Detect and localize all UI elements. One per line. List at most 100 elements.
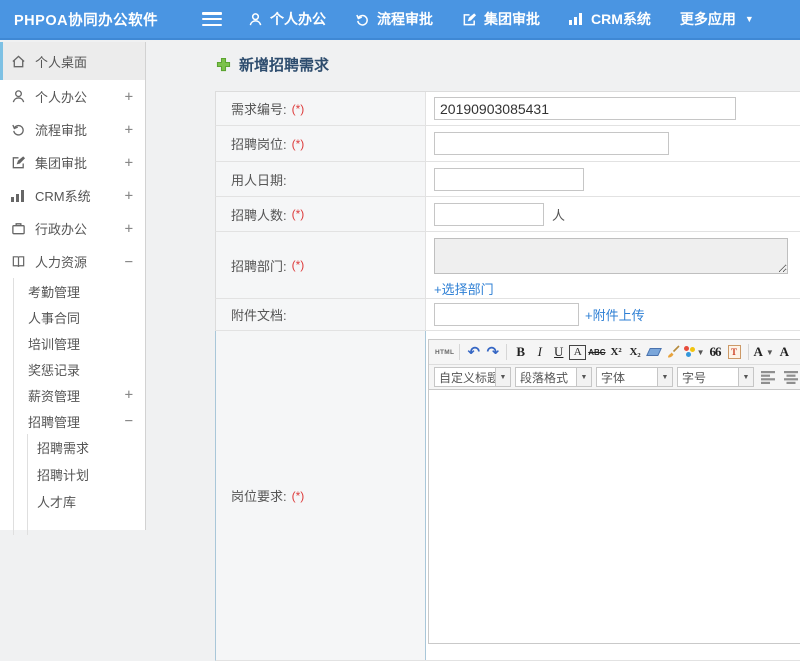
form-row-attachment: 附件文档: +附件上传	[215, 299, 800, 331]
expand-plus-icon[interactable]: +	[125, 188, 133, 204]
sidebar-item-group-approval[interactable]: 集团审批 +	[0, 146, 145, 179]
nav-group-approval[interactable]: 集团审批	[462, 9, 540, 29]
select-value: 字号	[682, 370, 707, 385]
font-color-button[interactable]: A ▼	[754, 343, 774, 362]
headcount-input[interactable]	[434, 202, 544, 226]
caret-down-icon: ▼	[576, 368, 591, 386]
paragraph-format-select[interactable]: 段落格式 ▼	[515, 367, 592, 387]
underline-button[interactable]: U	[550, 343, 567, 362]
heading-select[interactable]: 自定义标题 ▼	[434, 367, 511, 387]
field-label: 岗位要求: (*)	[216, 331, 426, 660]
sidebar-item-rewards[interactable]: 奖惩记录	[14, 356, 145, 382]
paste-word-icon[interactable]: T	[726, 343, 743, 362]
user-icon	[248, 12, 263, 27]
menu-toggle-icon[interactable]	[202, 12, 222, 26]
sidebar-item-process-approval[interactable]: 流程审批 +	[0, 113, 145, 146]
nav-label: 集团审批	[484, 11, 540, 27]
align-center-icon[interactable]	[783, 370, 799, 384]
sidebar-item-salary[interactable]: 薪资管理 +	[14, 382, 145, 408]
collapse-minus-icon[interactable]: −	[125, 254, 133, 270]
sidebar-item-talent-pool[interactable]: 人才库	[28, 488, 145, 515]
sidebar-item-crm[interactable]: CRM系统 +	[0, 179, 145, 212]
sidebar-item-label: 个人办公	[35, 90, 88, 105]
sidebar-item-recruit-plan[interactable]: 招聘计划	[28, 461, 145, 488]
request-no-input[interactable]	[434, 97, 736, 120]
nav-more-apps[interactable]: 更多应用 ▼	[680, 9, 754, 29]
expand-plus-icon[interactable]: +	[125, 387, 133, 403]
select-value: 自定义标题	[439, 370, 495, 385]
select-department-link[interactable]: +选择部门	[434, 279, 494, 298]
nav-personal-office[interactable]: 个人办公	[248, 9, 326, 29]
sidebar-item-label: CRM系统	[35, 189, 91, 204]
process-icon	[10, 122, 26, 138]
required-mark: (*)	[291, 258, 305, 272]
nav-crm-system[interactable]: CRM系统	[569, 9, 651, 29]
form-row-job-requirements: 岗位要求: (*) HTML ↶ ↷ B I U A ABC X² X₂ ▼ 6…	[215, 331, 800, 661]
upload-attachment-link[interactable]: +附件上传	[585, 305, 645, 324]
field-label: 招聘人数: (*)	[216, 197, 426, 231]
sidebar-item-recruitment[interactable]: 招聘管理 −	[14, 408, 145, 434]
required-mark: (*)	[291, 488, 305, 503]
attachment-input[interactable]	[434, 303, 579, 326]
headcount-unit: 人	[552, 207, 566, 223]
toolbar-separator	[747, 344, 749, 360]
sidebar-item-personal-office[interactable]: 个人办公 +	[0, 80, 145, 113]
undo-icon[interactable]: ↶	[465, 343, 482, 362]
editor-toolbar-row2: 自定义标题 ▼ 段落格式 ▼ 字体 ▼ 字号 ▼	[429, 365, 800, 390]
field-label-text: 附件文档:	[231, 308, 287, 323]
required-mark: (*)	[291, 136, 305, 151]
collapse-minus-icon[interactable]: −	[125, 413, 133, 429]
sidebar-item-label: 薪资管理	[28, 388, 81, 404]
app-logo: PHPOA协同办公软件	[14, 12, 159, 29]
blockquote-button[interactable]: 66	[707, 343, 724, 362]
eraser-icon[interactable]	[646, 343, 663, 362]
sidebar-item-hr[interactable]: 人力资源 −	[0, 245, 145, 278]
highlight-color-button[interactable]: A	[776, 343, 793, 362]
italic-button[interactable]: I	[531, 343, 548, 362]
form-row-position: 招聘岗位: (*)	[215, 126, 800, 162]
toolbar-separator	[459, 344, 461, 360]
sidebar-item-desktop[interactable]: 个人桌面	[0, 42, 145, 80]
edit-icon	[462, 12, 477, 27]
expand-plus-icon[interactable]: +	[125, 89, 133, 105]
bold-button[interactable]: B	[512, 343, 529, 362]
nav-process-approval[interactable]: 流程审批	[355, 9, 433, 29]
sidebar-item-training[interactable]: 培训管理	[14, 330, 145, 356]
sidebar-item-attendance[interactable]: 考勤管理	[14, 278, 145, 304]
edit-icon	[10, 155, 26, 171]
field-label: 招聘岗位: (*)	[216, 126, 426, 161]
sidebar-item-label: 人才库	[37, 495, 77, 510]
position-input[interactable]	[434, 132, 669, 155]
caret-down-icon: ▼	[738, 368, 753, 386]
sidebar-item-hr-contract[interactable]: 人事合同	[14, 304, 145, 330]
sidebar-item-admin-office[interactable]: 行政办公 +	[0, 212, 145, 245]
font-border-button[interactable]: A	[569, 344, 587, 360]
expand-plus-icon[interactable]: +	[125, 155, 133, 171]
sidebar-nav: 个人桌面 个人办公 + 流程审批 + 集团审批 + CRM系统 + 行政办公 +	[0, 42, 146, 535]
color-palette-icon[interactable]: ▼	[683, 343, 705, 362]
superscript-button[interactable]: X²	[608, 343, 625, 362]
process-icon	[355, 12, 370, 27]
department-textarea[interactable]	[434, 238, 788, 274]
font-family-select[interactable]: 字体 ▼	[596, 367, 673, 387]
sidebar-item-recruit-request[interactable]: 招聘需求	[28, 434, 145, 461]
nav-label: 更多应用	[679, 11, 736, 27]
font-size-select[interactable]: 字号 ▼	[677, 367, 754, 387]
sidebar-item-label: 招聘计划	[37, 468, 90, 483]
format-brush-icon[interactable]	[665, 343, 682, 362]
select-value: 字体	[601, 370, 626, 385]
caret-down-icon: ▼	[744, 14, 754, 24]
expand-plus-icon[interactable]: +	[125, 122, 133, 138]
home-icon	[10, 53, 26, 69]
recruitment-submenu: 招聘需求 招聘计划 人才库	[27, 434, 145, 535]
html-source-button[interactable]: HTML	[435, 343, 454, 362]
hire-date-input[interactable]	[434, 167, 584, 191]
align-left-icon[interactable]	[761, 370, 777, 384]
strikethrough-button[interactable]: ABC	[588, 343, 605, 362]
editor-content-area[interactable]	[429, 390, 800, 643]
redo-icon[interactable]: ↷	[484, 343, 501, 362]
rich-text-editor: HTML ↶ ↷ B I U A ABC X² X₂ ▼ 66 T A ▼ A …	[428, 339, 800, 644]
expand-plus-icon[interactable]: +	[125, 221, 133, 237]
subscript-button[interactable]: X₂	[627, 343, 644, 362]
caret-down-icon: ▼	[765, 347, 774, 357]
